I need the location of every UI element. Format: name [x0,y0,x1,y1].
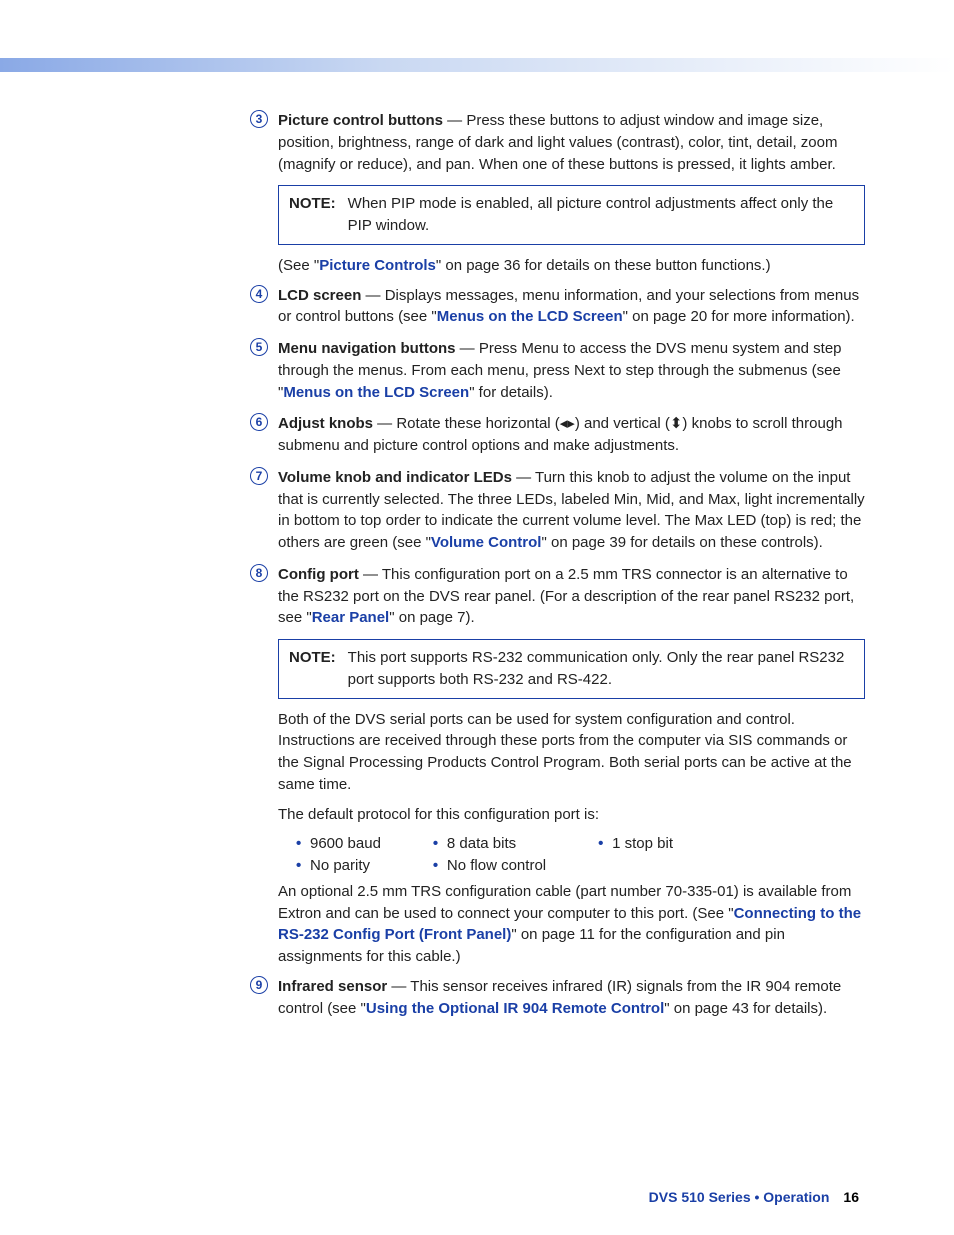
note-text: When PIP mode is enabled, all picture co… [348,193,854,237]
note-text: This port supports RS-232 communication … [348,647,854,691]
config-p3: An optional 2.5 mm TRS configuration cab… [250,881,865,968]
list-item-3: 3 Picture control buttons — Press these … [250,110,865,175]
item-text: Picture control buttons — Press these bu… [278,110,865,175]
link-menus-lcd[interactable]: Menus on the LCD Screen [437,308,623,325]
callout-number: 6 [250,413,268,431]
list-item-5: 5 Menu navigation buttons — Press Menu t… [250,338,865,403]
bullet-item: 8 data bits [433,833,546,855]
item-title: Config port [278,566,359,583]
note-pip: NOTE: When PIP mode is enabled, all pict… [278,185,865,245]
note-rs232: NOTE: This port supports RS-232 communic… [278,639,865,699]
page-footer: DVS 510 Series • Operation 16 [649,1187,859,1207]
protocol-bullets: 9600 baud No parity 8 data bits No flow … [278,833,865,877]
bullet-item: No parity [296,855,381,877]
config-p1: Both of the DVS serial ports can be used… [250,709,865,796]
note-label: NOTE: [289,193,336,237]
callout-number: 5 [250,338,268,356]
page-content: 3 Picture control buttons — Press these … [250,110,865,1029]
callout-number: 3 [250,110,268,128]
link-picture-controls[interactable]: Picture Controls [319,257,436,274]
item-text: Infrared sensor — This sensor receives i… [278,976,865,1020]
item-title: Infrared sensor [278,978,387,995]
bullet-col-3: 1 stop bit [598,833,673,877]
item-text: Adjust knobs — Rotate these horizontal (… [278,413,865,457]
callout-number: 9 [250,976,268,994]
item-text: LCD screen — Displays messages, menu inf… [278,285,865,329]
item-text: Menu navigation buttons — Press Menu to … [278,338,865,403]
list-item-8: 8 Config port — This configuration port … [250,564,865,629]
item-title: LCD screen [278,287,361,304]
bullet-item: No flow control [433,855,546,877]
item-title: Adjust knobs [278,415,373,432]
item-title: Menu navigation buttons [278,340,456,357]
list-item-7: 7 Volume knob and indicator LEDs — Turn … [250,467,865,554]
list-item-4: 4 LCD screen — Displays messages, menu i… [250,285,865,329]
link-menus-lcd[interactable]: Menus on the LCD Screen [283,384,469,401]
bullet-col-1: 9600 baud No parity [296,833,381,877]
item-title: Picture control buttons [278,112,443,129]
page-number: 16 [843,1189,859,1205]
item-text: Volume knob and indicator LEDs — Turn th… [278,467,865,554]
link-ir-904[interactable]: Using the Optional IR 904 Remote Control [366,1000,664,1017]
link-rear-panel[interactable]: Rear Panel [312,609,390,626]
bullet-col-2: 8 data bits No flow control [433,833,546,877]
list-item-9: 9 Infrared sensor — This sensor receives… [250,976,865,1020]
config-p2: The default protocol for this configurat… [250,804,865,826]
header-gradient [0,58,954,72]
footer-text: DVS 510 Series • Operation [649,1189,830,1205]
list-item-6: 6 Adjust knobs — Rotate these horizontal… [250,413,865,457]
item-text: Config port — This configuration port on… [278,564,865,629]
note-label: NOTE: [289,647,336,691]
callout-number: 8 [250,564,268,582]
item-title: Volume knob and indicator LEDs [278,469,512,486]
see-picture-controls: (See "Picture Controls" on page 36 for d… [250,255,865,277]
callout-number: 4 [250,285,268,303]
bullet-item: 9600 baud [296,833,381,855]
bullet-item: 1 stop bit [598,833,673,855]
callout-number: 7 [250,467,268,485]
link-volume-control[interactable]: Volume Control [431,534,542,551]
